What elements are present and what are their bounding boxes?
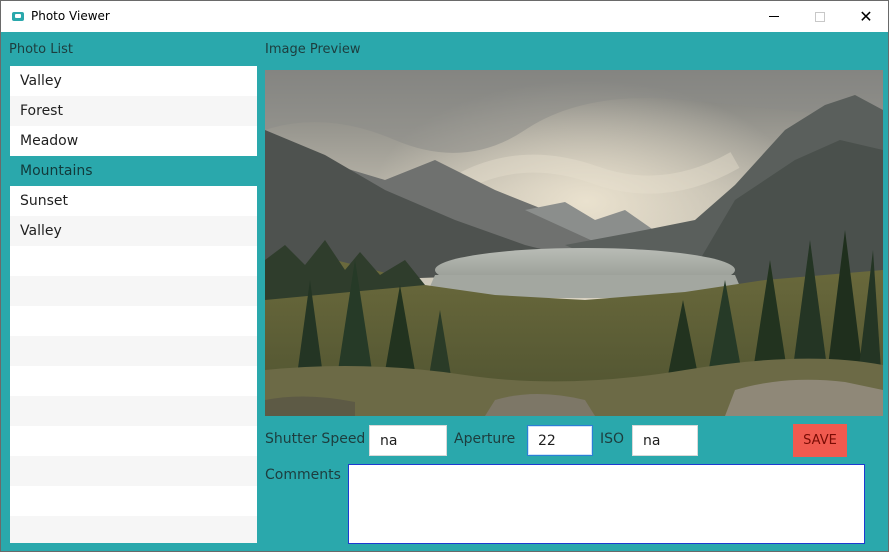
- app-icon: [12, 12, 24, 21]
- image-preview: [265, 70, 883, 416]
- minimize-button[interactable]: [751, 1, 797, 32]
- empty-row: [10, 366, 257, 396]
- minimize-icon: [769, 16, 779, 17]
- empty-row: [10, 486, 257, 516]
- empty-row: [10, 426, 257, 456]
- save-button[interactable]: SAVE: [793, 424, 847, 457]
- list-item[interactable]: Valley: [10, 66, 257, 96]
- maximize-icon: [815, 11, 825, 22]
- list-item[interactable]: Valley: [10, 216, 257, 246]
- list-item[interactable]: Meadow: [10, 126, 257, 156]
- photo-viewer-window: Photo Viewer ✕ Photo List Image Preview …: [0, 0, 889, 552]
- close-icon: ✕: [859, 7, 873, 26]
- photo-list[interactable]: Valley Forest Meadow Mountains Sunset Va…: [10, 66, 257, 543]
- photo-list-label: Photo List: [9, 42, 73, 57]
- empty-row: [10, 396, 257, 426]
- landscape-image: [265, 70, 883, 416]
- empty-row: [10, 306, 257, 336]
- iso-input[interactable]: [632, 425, 698, 456]
- maximize-button[interactable]: [797, 1, 843, 32]
- list-item-selected[interactable]: Mountains: [10, 156, 257, 186]
- aperture-input[interactable]: [527, 425, 593, 456]
- empty-row: [10, 456, 257, 486]
- comments-field[interactable]: [348, 464, 865, 544]
- list-item[interactable]: Forest: [10, 96, 257, 126]
- empty-row: [10, 246, 257, 276]
- comments-label: Comments: [265, 467, 341, 483]
- empty-row: [10, 336, 257, 366]
- image-preview-label: Image Preview: [265, 42, 361, 57]
- empty-row: [10, 276, 257, 306]
- empty-row: [10, 516, 257, 543]
- list-item[interactable]: Sunset: [10, 186, 257, 216]
- title-bar: Photo Viewer ✕: [1, 1, 888, 32]
- aperture-label: Aperture: [454, 431, 516, 447]
- shutter-speed-label: Shutter Speed: [265, 431, 366, 447]
- window-title: Photo Viewer: [31, 9, 110, 23]
- iso-label: ISO: [600, 431, 625, 447]
- close-button[interactable]: ✕: [843, 1, 889, 32]
- shutter-speed-input[interactable]: [369, 425, 447, 456]
